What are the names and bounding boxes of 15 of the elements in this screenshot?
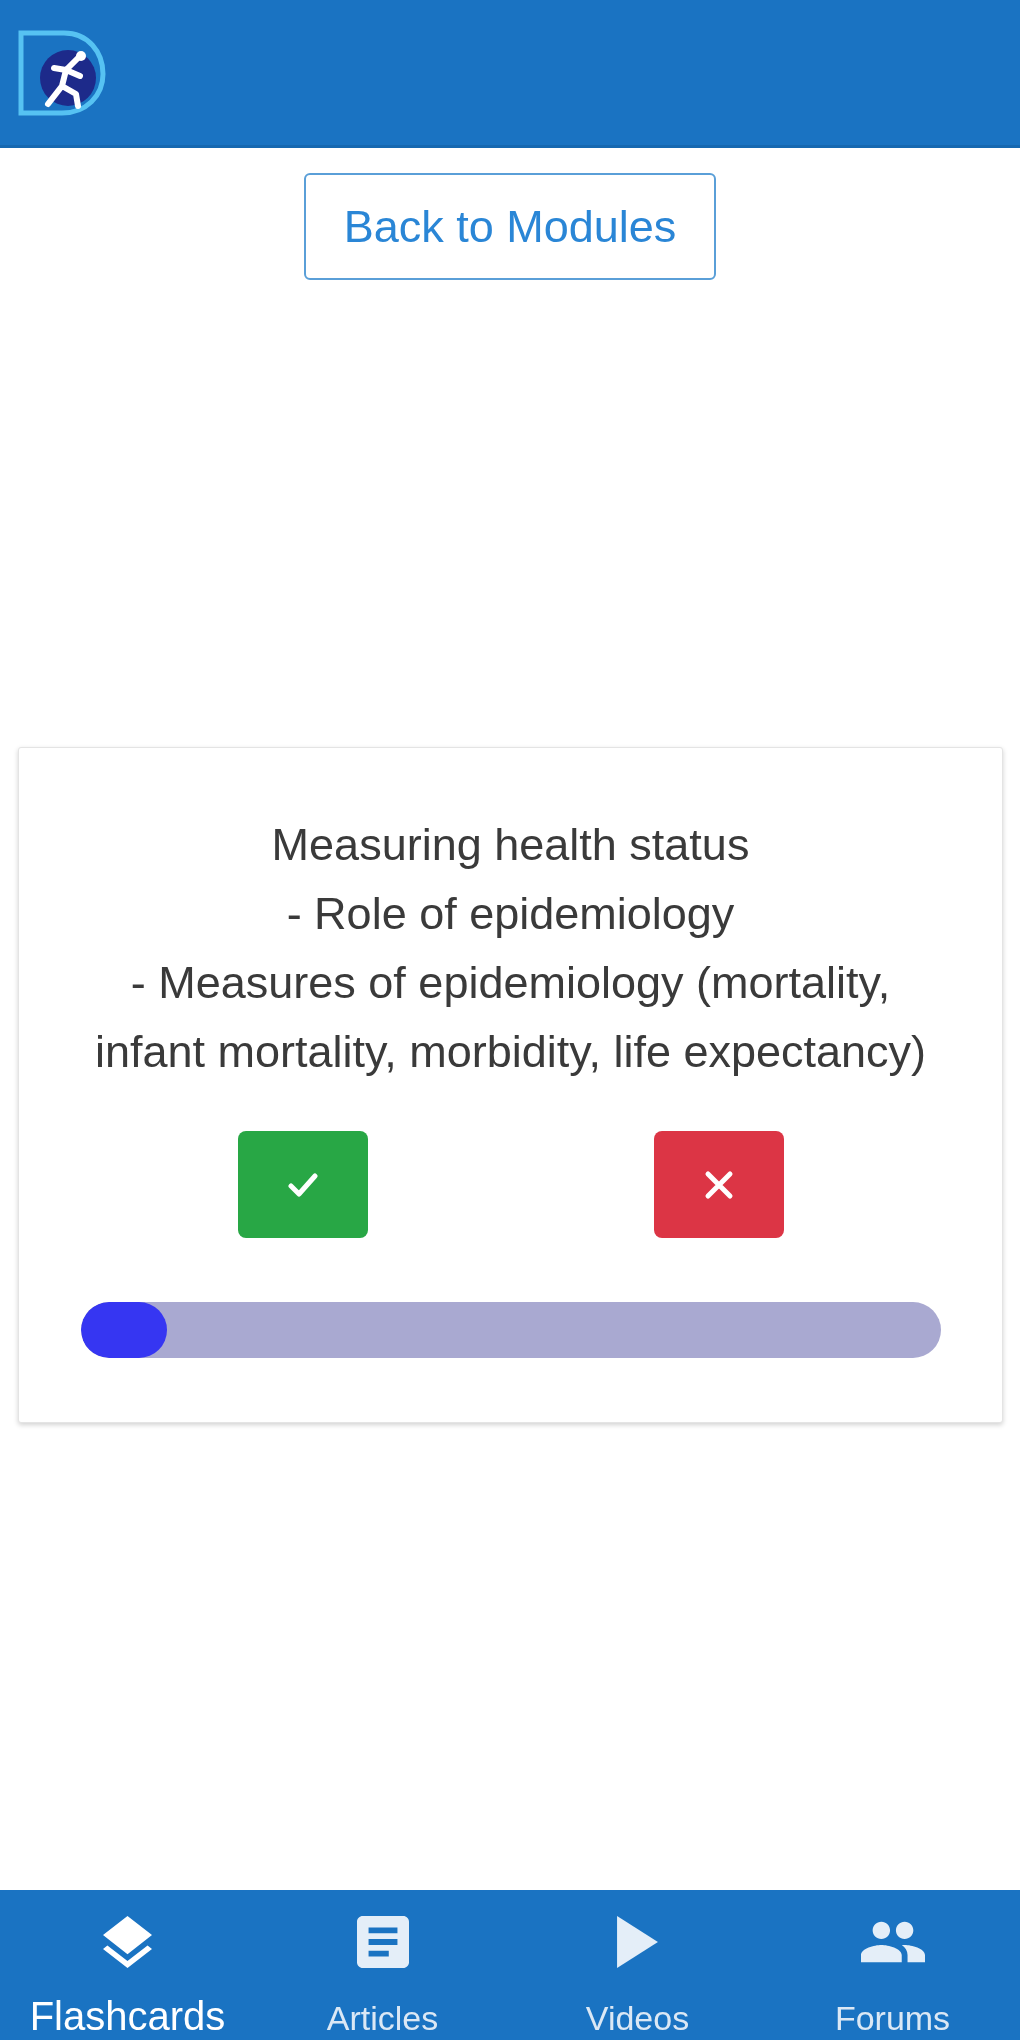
nav-tab[interactable]: Flashcards [0,1890,255,2040]
close-icon [703,1169,734,1200]
flashcard-text: - Measures of epidemiology (mortality, infant mortality, morbidity, life expectancy) [93,956,928,1079]
play-icon [617,1916,658,1968]
nav-tab[interactable]: Forums [765,1890,1020,2040]
correct-button[interactable] [237,1131,368,1238]
document-icon [356,1916,409,1968]
flashcard-text: Measuring health status [271,818,750,872]
logo-icon [18,29,106,116]
nav-tab[interactable]: Videos [510,1890,765,2040]
wrong-button[interactable] [653,1131,784,1238]
flashcard-text: - Role of epidemiology [286,887,735,941]
nav-tab[interactable]: Articles [255,1890,510,2040]
layers-icon [103,1916,152,1968]
back-to-modules-button[interactable]: Back to Modules [304,173,716,280]
